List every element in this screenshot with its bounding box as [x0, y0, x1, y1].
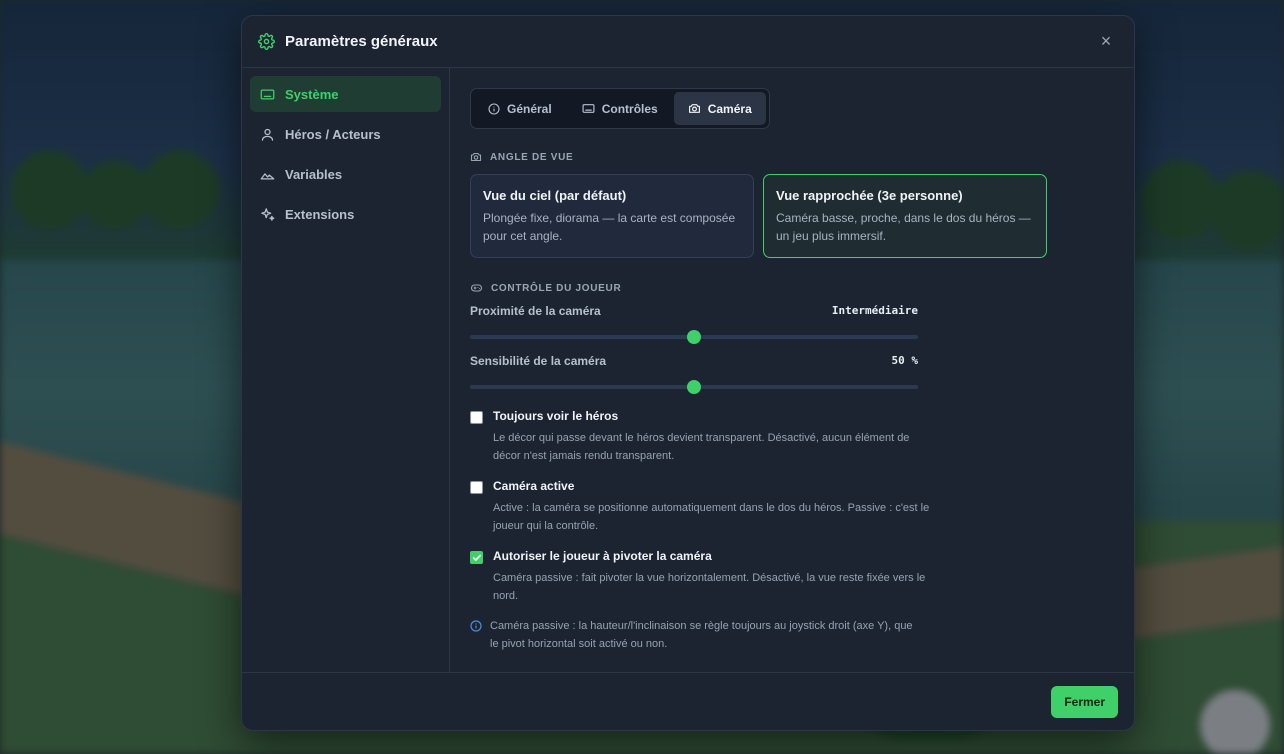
slider-thumb[interactable]	[687, 380, 701, 394]
tab-camera[interactable]: Caméra	[673, 92, 766, 125]
tab-controles[interactable]: Contrôles	[568, 92, 672, 125]
slider-thumb[interactable]	[687, 330, 701, 344]
checkbox-list: Toujours voir le héros Le décor qui pass…	[470, 409, 1114, 605]
camera-icon	[470, 152, 482, 162]
dialog-body: Système Héros / Acteurs Variables Extens…	[242, 68, 1134, 672]
checkbox[interactable]	[470, 551, 483, 564]
option-always-see-hero: Toujours voir le héros Le décor qui pass…	[470, 409, 930, 465]
settings-sidebar: Système Héros / Acteurs Variables Extens…	[242, 68, 450, 672]
keyboard-icon	[260, 89, 275, 99]
camera-icon	[688, 104, 700, 113]
tab-general[interactable]: Général	[474, 92, 566, 125]
close-icon[interactable]: ×	[1094, 30, 1118, 54]
option-allow-pivot: Autoriser le joueur à pivoter la caméra …	[470, 549, 930, 605]
slider-value: Intermédiaire	[831, 304, 918, 317]
tab-label: Général	[507, 101, 552, 116]
slider-value: 50 %	[891, 354, 919, 367]
settings-dialog: Paramètres généraux × Système Héros / Ac…	[241, 15, 1135, 731]
view-option-card[interactable]: Vue rapprochée (3e personne) Caméra bass…	[763, 174, 1047, 258]
info-icon	[470, 620, 482, 632]
info-note: Caméra passive : la hauteur/l'inclinaiso…	[470, 617, 915, 653]
option-description: Active : la caméra se positionne automat…	[493, 502, 930, 532]
camera-proximity-slider[interactable]	[470, 324, 918, 350]
option-title: Toujours voir le héros	[493, 409, 619, 423]
keyboard-icon	[582, 104, 595, 113]
sidebar-item-heros[interactable]: Héros / Acteurs	[250, 116, 441, 152]
card-description: Caméra basse, proche, dans le dos du hér…	[776, 211, 1031, 243]
settings-content: Général Contrôles Caméra Angle de vue Vu…	[450, 68, 1134, 672]
sidebar-item-systeme[interactable]: Système	[250, 76, 441, 112]
tab-label: Contrôles	[601, 101, 658, 116]
sidebar-item-label: Variables	[285, 166, 343, 182]
sidebar-item-label: Système	[285, 86, 339, 102]
option-title: Caméra active	[493, 479, 575, 493]
card-title: Vue rapprochée (3e personne)	[776, 188, 963, 203]
dialog-footer: Fermer	[242, 672, 1134, 730]
camera-proximity-setting: Proximité de la caméra Intermédiaire	[470, 304, 918, 350]
gear-icon	[258, 33, 275, 50]
section-title: Angle de vue	[490, 151, 574, 163]
info-text: Caméra passive : la hauteur/l'inclinaiso…	[490, 620, 913, 650]
tab-label: Caméra	[707, 101, 752, 116]
slider-label: Sensibilité de la caméra	[470, 354, 607, 368]
view-option-card[interactable]: Vue du ciel (par défaut) Plongée fixe, d…	[470, 174, 754, 258]
section-angle-de-vue: Angle de vue	[470, 151, 1114, 163]
option-description: Caméra passive : fait pivoter la vue hor…	[493, 572, 926, 602]
section-title: Contrôle du joueur	[491, 282, 622, 294]
sidebar-item-label: Extensions	[285, 206, 355, 222]
sidebar-item-label: Héros / Acteurs	[285, 126, 381, 142]
camera-sensitivity-setting: Sensibilité de la caméra 50 %	[470, 354, 918, 400]
card-title: Vue du ciel (par défaut)	[483, 188, 627, 203]
checkbox[interactable]	[470, 481, 483, 494]
view-angle-options: Vue du ciel (par défaut) Plongée fixe, d…	[470, 174, 1114, 258]
gamepad-icon	[470, 284, 483, 292]
user-icon	[261, 128, 274, 141]
check-icon	[472, 554, 481, 561]
mountain-icon	[260, 172, 275, 179]
option-description: Le décor qui passe devant le héros devie…	[493, 432, 910, 462]
info-icon	[488, 102, 500, 115]
dialog-title: Paramètres généraux	[285, 33, 438, 50]
option-title: Autoriser le joueur à pivoter la caméra	[493, 549, 712, 563]
sidebar-item-variables[interactable]: Variables	[250, 156, 441, 192]
dialog-header: Paramètres généraux ×	[242, 16, 1134, 68]
sparkles-icon	[261, 207, 275, 221]
slider-label: Proximité de la caméra	[470, 304, 601, 318]
sidebar-item-extensions[interactable]: Extensions	[250, 196, 441, 232]
checkbox[interactable]	[470, 411, 483, 424]
close-button[interactable]: Fermer	[1051, 685, 1118, 718]
section-controle-joueur: Contrôle du joueur	[470, 282, 1114, 294]
camera-sensitivity-slider[interactable]	[470, 374, 918, 400]
card-description: Plongée fixe, diorama — la carte est com…	[483, 211, 736, 243]
tab-bar: Général Contrôles Caméra	[470, 88, 770, 129]
option-active-camera: Caméra active Active : la caméra se posi…	[470, 479, 930, 535]
